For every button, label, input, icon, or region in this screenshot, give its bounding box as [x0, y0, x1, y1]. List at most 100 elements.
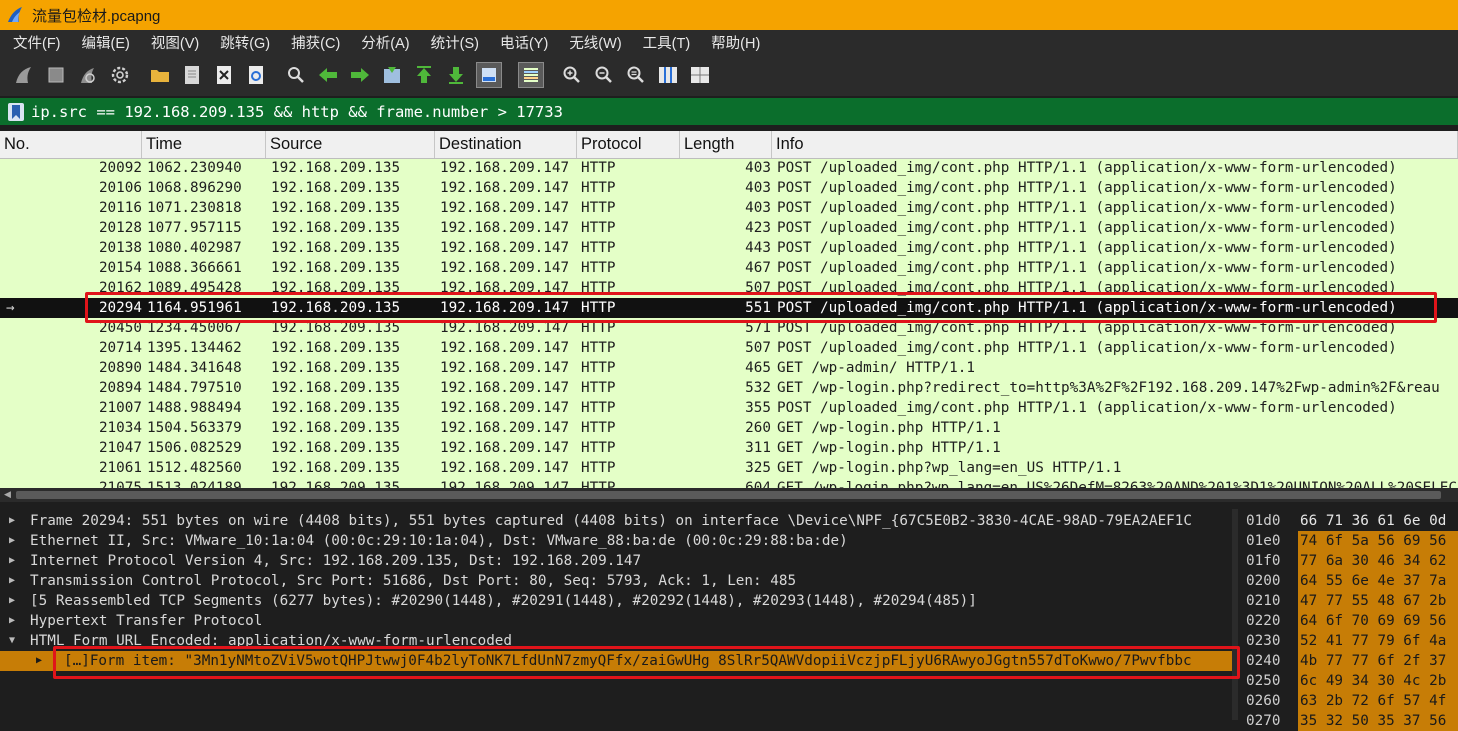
bookmark-icon[interactable] — [8, 102, 24, 121]
collapsed-arrow-icon[interactable]: ▶ — [9, 511, 15, 531]
cell-protocol: HTTP — [581, 460, 616, 476]
close-file-icon[interactable] — [212, 63, 236, 87]
hex-bytes[interactable]: 6c 49 34 30 4c 2b — [1298, 671, 1458, 691]
table-row[interactable]: 20894 1484.797510 192.168.209.135 192.168.2… — [0, 378, 1458, 398]
wireshark-logo-icon — [8, 7, 22, 22]
table-row[interactable]: 20890 1484.341648 192.168.209.135 192.168.2… — [0, 358, 1458, 378]
column-header[interactable]: Destination — [435, 131, 577, 158]
find-magnifier-icon[interactable] — [284, 63, 308, 87]
go-first-icon[interactable] — [412, 63, 436, 87]
gear-options-icon[interactable] — [108, 63, 132, 87]
tree-item[interactable]: ▶ Internet Protocol Version 4, Src: 192.1… — [0, 551, 1232, 571]
menu-item[interactable]: 统计(S) — [418, 32, 487, 53]
colorize-icon[interactable] — [518, 62, 544, 88]
packet-list-horizontal-scrollbar[interactable]: ◀ — [0, 488, 1458, 502]
hex-offset: 0220 — [1246, 613, 1281, 629]
stop-square-icon[interactable] — [44, 63, 68, 87]
expanded-arrow-icon[interactable]: ▼ — [9, 631, 15, 651]
go-back-arrow-icon[interactable] — [316, 63, 340, 87]
scroll-left-arrow-icon[interactable]: ◀ — [4, 489, 11, 500]
zoom-out-icon[interactable] — [592, 63, 616, 87]
table-row[interactable]: 20106 1068.896290 192.168.209.135 192.168.2… — [0, 178, 1458, 198]
tree-item[interactable]: ▶ Frame 20294: 551 bytes on wire (4408 bi… — [0, 511, 1232, 531]
display-filter-input[interactable]: ip.src == 192.168.209.135 && http && fra… — [31, 103, 563, 121]
go-last-icon[interactable] — [444, 63, 468, 87]
cell-info: POST /uploaded_img/cont.php HTTP/1.1 (ap… — [777, 400, 1397, 416]
folder-open-icon[interactable] — [148, 63, 172, 87]
go-to-packet-icon[interactable] — [380, 63, 404, 87]
table-row[interactable]: 21034 1504.563379 192.168.209.135 192.168.2… — [0, 418, 1458, 438]
collapsed-arrow-icon[interactable]: ▶ — [9, 571, 15, 591]
reload-icon[interactable] — [244, 63, 268, 87]
table-row[interactable]: 21047 1506.082529 192.168.209.135 192.168.2… — [0, 438, 1458, 458]
tree-item[interactable]: ▶ [5 Reassembled TCP Segments (6277 bytes… — [0, 591, 1232, 611]
related-packet-marker-icon: → — [6, 300, 15, 316]
zoom-normal-icon[interactable] — [624, 63, 648, 87]
table-row[interactable]: 21061 1512.482560 192.168.209.135 192.168.2… — [0, 458, 1458, 478]
menu-item[interactable]: 编辑(E) — [69, 32, 138, 53]
menu-item[interactable]: 视图(V) — [138, 32, 207, 53]
collapsed-arrow-icon[interactable]: ▶ — [9, 551, 15, 571]
table-row[interactable]: 20138 1080.402987 192.168.209.135 192.168.2… — [0, 238, 1458, 258]
tree-item[interactable]: ▶ Transmission Control Protocol, Src Port… — [0, 571, 1232, 591]
table-row[interactable]: 20092 1062.230940 192.168.209.135 192.168.2… — [0, 158, 1458, 178]
cell-protocol: HTTP — [581, 400, 616, 416]
table-row[interactable]: 20128 1077.957115 192.168.209.135 192.168.2… — [0, 218, 1458, 238]
collapsed-arrow-icon[interactable]: ▶ — [9, 611, 15, 631]
cell-source: 192.168.209.135 — [271, 440, 401, 456]
collapsed-arrow-icon[interactable]: ▶ — [36, 651, 42, 671]
hex-bytes[interactable]: 4b 77 77 6f 2f 37 — [1298, 651, 1458, 671]
menu-item[interactable]: 电话(Y) — [487, 32, 556, 53]
table-row[interactable]: 20714 1395.134462 192.168.209.135 192.168.2… — [0, 338, 1458, 358]
cell-destination: 192.168.209.147 — [440, 180, 570, 196]
menu-item[interactable]: 跳转(G) — [207, 32, 278, 53]
collapsed-arrow-icon[interactable]: ▶ — [9, 531, 15, 551]
cell-length: 403 — [745, 200, 771, 216]
column-header[interactable]: Info — [772, 131, 1458, 158]
hex-bytes[interactable]: 66 71 36 61 6e 0d — [1298, 511, 1458, 531]
tree-item[interactable]: ▶ Hypertext Transfer Protocol — [0, 611, 1232, 631]
go-forward-arrow-icon[interactable] — [348, 63, 372, 87]
hex-bytes[interactable]: 52 41 77 79 6f 4a — [1298, 631, 1458, 651]
autoscroll-icon[interactable] — [476, 62, 502, 88]
cell-no: 20092 — [98, 160, 142, 176]
tree-item[interactable]: ▶ Ethernet II, Src: VMware_10:1a:04 (00:0… — [0, 531, 1232, 551]
hex-bytes[interactable]: 47 77 55 48 67 2b — [1298, 591, 1458, 611]
menu-item[interactable]: 文件(F) — [0, 32, 69, 53]
menu-item[interactable]: 工具(T) — [630, 32, 699, 53]
scrollbar-thumb[interactable] — [16, 491, 1441, 499]
menu-item[interactable]: 无线(W) — [556, 32, 629, 53]
cell-destination: 192.168.209.147 — [440, 340, 570, 356]
menu-item[interactable]: 捕获(C) — [278, 32, 348, 53]
column-header[interactable]: Protocol — [577, 131, 680, 158]
column-header[interactable]: Source — [266, 131, 435, 158]
zoom-in-icon[interactable] — [560, 63, 584, 87]
table-row[interactable]: 20154 1088.366661 192.168.209.135 192.168.2… — [0, 258, 1458, 278]
menu-item[interactable]: 分析(A) — [348, 32, 417, 53]
table-row[interactable]: 21075 1513.024189 192.168.209.135 192.168.2… — [0, 478, 1458, 488]
resize-columns-icon[interactable] — [656, 63, 680, 87]
shark-fin-start-icon[interactable] — [12, 63, 36, 87]
table-row[interactable]: 20116 1071.230818 192.168.209.135 192.168.2… — [0, 198, 1458, 218]
cell-destination: 192.168.209.147 — [440, 200, 570, 216]
hex-bytes[interactable]: 77 6a 30 46 34 62 — [1298, 551, 1458, 571]
hex-offset: 0200 — [1246, 573, 1281, 589]
table-row[interactable]: 21007 1488.988494 192.168.209.135 192.168.2… — [0, 398, 1458, 418]
hex-bytes[interactable]: 74 6f 5a 56 69 56 — [1298, 531, 1458, 551]
hex-bytes[interactable]: 35 32 50 35 37 56 — [1298, 711, 1458, 731]
form-item-annotation — [53, 646, 1240, 679]
cell-time: 1080.402987 — [147, 240, 242, 256]
column-header[interactable]: No. — [0, 131, 142, 158]
hex-row: 0270 35 32 50 35 37 56 — [1238, 711, 1458, 731]
column-header[interactable]: Length — [680, 131, 772, 158]
restart-fin-icon[interactable] — [76, 63, 100, 87]
menu-item[interactable]: 帮助(H) — [698, 32, 768, 53]
cell-destination: 192.168.209.147 — [440, 360, 570, 376]
hex-bytes[interactable]: 64 6f 70 69 69 56 — [1298, 611, 1458, 631]
file-save-icon[interactable] — [180, 63, 204, 87]
collapsed-arrow-icon[interactable]: ▶ — [9, 591, 15, 611]
layout-icon[interactable] — [688, 63, 712, 87]
hex-bytes[interactable]: 63 2b 72 6f 57 4f — [1298, 691, 1458, 711]
hex-bytes[interactable]: 64 55 6e 4e 37 7a — [1298, 571, 1458, 591]
column-header[interactable]: Time — [142, 131, 266, 158]
